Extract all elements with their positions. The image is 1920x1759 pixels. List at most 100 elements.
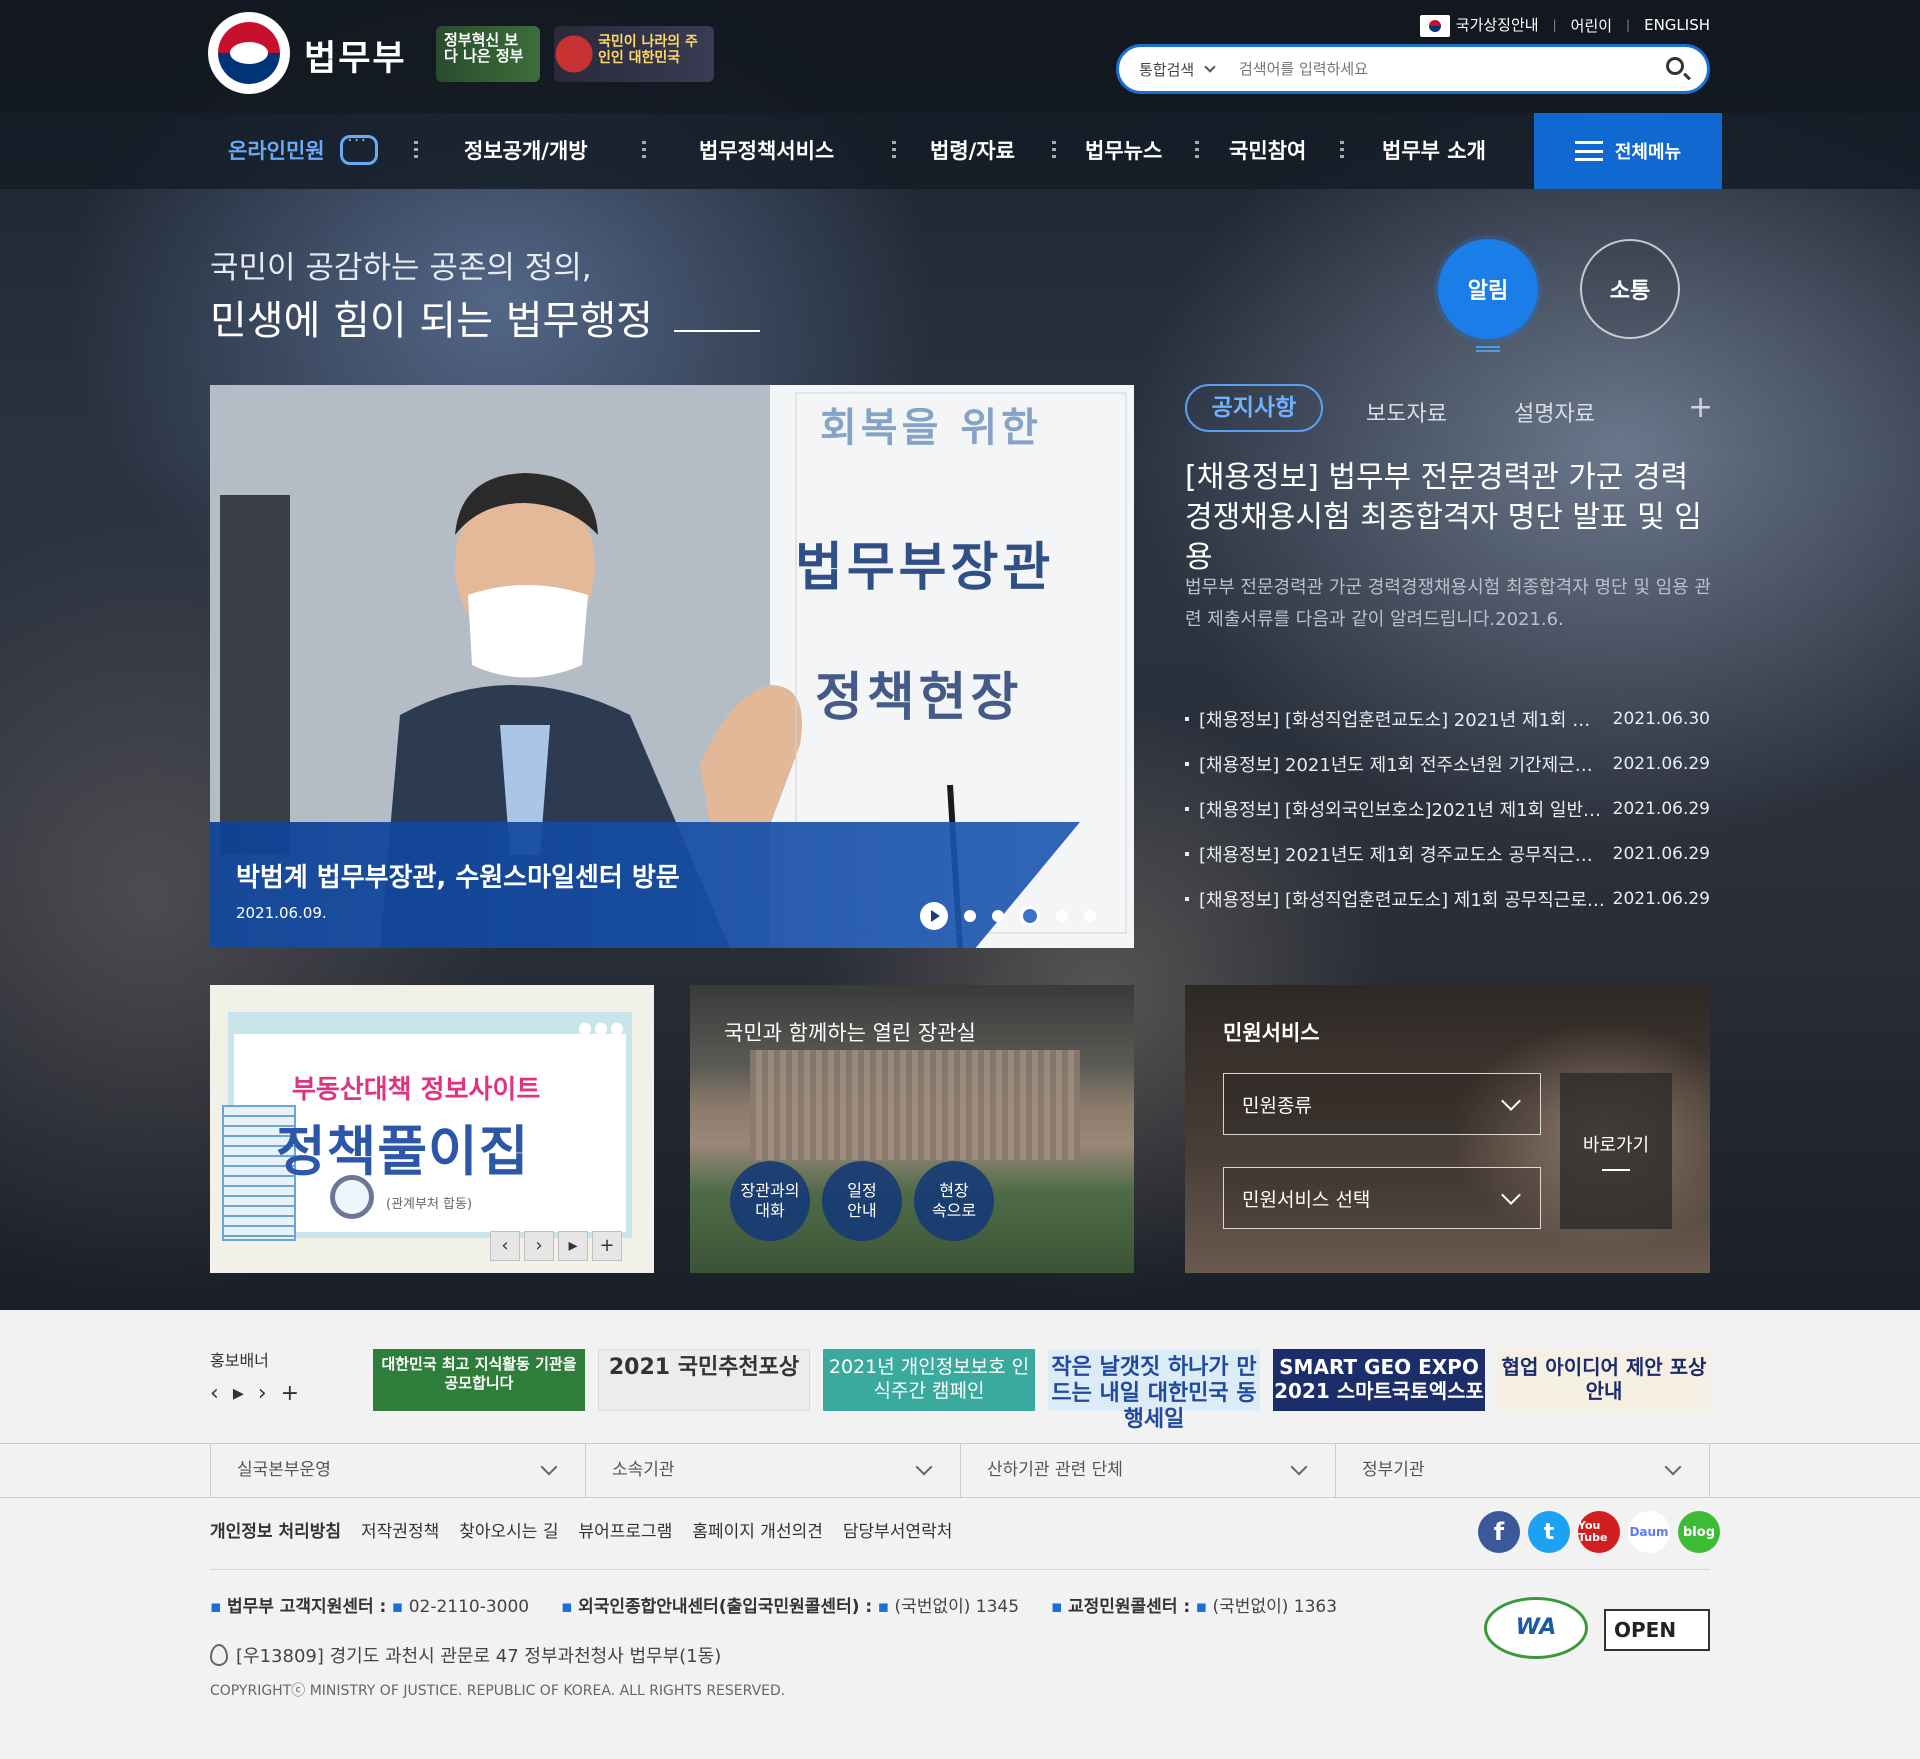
slider-dot[interactable] bbox=[992, 910, 1004, 922]
promo-banner-expo[interactable]: SMART GEO EXPO 2021 스마트국토엑스포 bbox=[1273, 1349, 1485, 1411]
promo-banner-knowledge[interactable]: 대한민국 최고 지식활동 기관을 공모합니다 bbox=[373, 1349, 585, 1411]
nav-news[interactable]: 법무뉴스 bbox=[1085, 113, 1162, 189]
viewer-link[interactable]: 뷰어프로그램 bbox=[579, 1517, 673, 1542]
kids-link[interactable]: 어린이 bbox=[1571, 15, 1612, 36]
ministry-logo[interactable] bbox=[208, 12, 290, 94]
contact-label: 법무부 고객지원센터 : bbox=[226, 1597, 387, 1617]
slogan-line2: 민생에 힘이 되는 법무행정 bbox=[210, 298, 653, 344]
list-item[interactable]: [채용정보] 2021년도 제1회 전주소년원 기간제근로자 채용 2021.06… bbox=[1185, 741, 1710, 786]
nav-laws-data[interactable]: 법령/자료 bbox=[930, 113, 1015, 189]
search-icon-handle bbox=[1683, 72, 1691, 81]
youtube-icon[interactable]: You Tube bbox=[1578, 1511, 1620, 1553]
tab-explanation[interactable]: 설명자료 bbox=[1514, 396, 1595, 428]
tab-notice[interactable]: 공지사항 bbox=[1185, 384, 1323, 432]
chat-bubble-icon bbox=[340, 130, 378, 165]
search-button[interactable] bbox=[1657, 49, 1697, 89]
nav-participation[interactable]: 국민참여 bbox=[1229, 113, 1306, 189]
location-pin-icon bbox=[210, 1644, 228, 1666]
promo-banner-sale[interactable]: 작은 날갯짓 하나가 만드는 내일 대한민국 동행세일 bbox=[1048, 1349, 1260, 1432]
national-symbol-link[interactable]: 국가상징안내 bbox=[1419, 14, 1539, 37]
communication-toggle-button[interactable]: 소통 bbox=[1580, 239, 1680, 339]
related-select-subsidiaries[interactable]: 산하기관 관련 단체 bbox=[960, 1443, 1335, 1498]
minister-dialogue-button[interactable]: 장관과의 대화 bbox=[730, 1161, 810, 1241]
related-select-hq[interactable]: 실국본부운영 bbox=[210, 1443, 585, 1498]
korea-flag-icon bbox=[1419, 14, 1450, 37]
petition-type-select[interactable]: 민원종류 bbox=[1223, 1073, 1541, 1135]
play-button[interactable]: ▸ bbox=[558, 1231, 588, 1261]
play-button[interactable] bbox=[920, 902, 948, 930]
twitter-icon[interactable]: t bbox=[1528, 1511, 1570, 1553]
alert-toggle-button[interactable]: 알림 bbox=[1438, 239, 1538, 339]
search-scope-label: 통합검색 bbox=[1139, 60, 1195, 79]
open-license-mark[interactable]: OPEN bbox=[1604, 1609, 1710, 1651]
more-news-plus-icon[interactable]: + bbox=[1688, 390, 1713, 425]
list-item[interactable]: [채용정보] [화성외국인보호소]2021년 제1회 일반임기제 2021.06.… bbox=[1185, 786, 1710, 831]
prev-button[interactable]: ‹ bbox=[490, 1231, 520, 1261]
list-item[interactable]: [채용정보] [화성직업훈련교도소] 2021년 제1회 전문경력관 2021.0… bbox=[1185, 696, 1710, 741]
list-item[interactable]: [채용정보] [화성직업훈련교도소] 제1회 공무직근로자 채용 2021.06.… bbox=[1185, 876, 1710, 921]
privacy-policy-link[interactable]: 개인정보 처리방침 bbox=[210, 1517, 341, 1542]
promo-play-button[interactable]: ▸ bbox=[233, 1381, 244, 1406]
search-scope-select[interactable]: 통합검색 bbox=[1119, 59, 1239, 80]
chevron-down-icon bbox=[1501, 1185, 1521, 1205]
contacts-link[interactable]: 담당부서연락처 bbox=[843, 1517, 952, 1542]
nav-about[interactable]: 법무부 소개 bbox=[1382, 113, 1486, 189]
daum-icon[interactable]: Daum bbox=[1628, 1511, 1670, 1553]
copyright-policy-link[interactable]: 저작권정책 bbox=[361, 1517, 439, 1542]
nav-divider bbox=[892, 141, 896, 161]
facebook-icon[interactable]: f bbox=[1478, 1511, 1520, 1553]
footer-address: [우13809] 경기도 과천시 관문로 47 정부과천청사 법무부(1동) bbox=[210, 1642, 721, 1668]
slider-dot[interactable] bbox=[964, 910, 976, 922]
slider-dot[interactable] bbox=[1020, 906, 1040, 926]
news-title[interactable]: [채용정보] [화성외국인보호소]2021년 제1회 일반임기제 bbox=[1185, 796, 1605, 822]
slider-dot[interactable] bbox=[1056, 910, 1068, 922]
news-title[interactable]: [채용정보] 2021년도 제1회 전주소년원 기간제근로자 채용 bbox=[1185, 751, 1605, 777]
slider-dot[interactable] bbox=[1084, 910, 1096, 922]
related-select-government[interactable]: 정부기관 bbox=[1335, 1443, 1710, 1498]
next-button[interactable]: › bbox=[524, 1231, 554, 1261]
slide-caption-title[interactable]: 박범계 법무부장관, 수원스마일센터 방문 bbox=[236, 857, 680, 894]
web-accessibility-mark[interactable]: WA bbox=[1484, 1597, 1588, 1659]
promo-banner-idea[interactable]: 협업 아이디어 제안 포상 안내 bbox=[1498, 1349, 1710, 1411]
nav-info-disclosure[interactable]: 정보공개/개방 bbox=[464, 113, 588, 189]
english-link[interactable]: ENGLISH bbox=[1644, 16, 1710, 34]
go-button[interactable]: 바로가기 bbox=[1560, 1073, 1672, 1229]
gov-innovation-badge[interactable]: 정부혁신 보다 나은 정부 bbox=[436, 26, 540, 82]
news-headline[interactable]: [채용정보] 법무부 전문경력관 가군 경력경쟁채용시험 최종합격자 명단 발표… bbox=[1185, 458, 1710, 578]
field-visit-button[interactable]: 현장 속으로 bbox=[914, 1161, 994, 1241]
feedback-link[interactable]: 홈페이지 개선의견 bbox=[692, 1517, 823, 1542]
schedule-button[interactable]: 일정 안내 bbox=[822, 1161, 902, 1241]
news-title[interactable]: [채용정보] [화성직업훈련교도소] 2021년 제1회 전문경력관 bbox=[1185, 706, 1605, 732]
utility-links: 국가상징안내 | 어린이 | ENGLISH bbox=[1419, 14, 1710, 37]
banner-word: 정책현장 bbox=[815, 668, 1023, 728]
policy-banner-card[interactable]: ●●● 부동산대책 정보사이트 정책풀이집 (관계부처 합동) ‹ › ▸ + bbox=[210, 985, 654, 1273]
news-title[interactable]: [채용정보] [화성직업훈련교도소] 제1회 공무직근로자 채용 bbox=[1185, 886, 1605, 912]
nation-slogan-badge[interactable]: 국민이 나라의 주인인 대한민국 bbox=[554, 26, 714, 82]
nav-policy-service[interactable]: 법무정책서비스 bbox=[699, 113, 834, 189]
related-select-affiliates[interactable]: 소속기관 bbox=[585, 1443, 960, 1498]
search-icon bbox=[1666, 57, 1684, 75]
more-button[interactable]: + bbox=[592, 1231, 622, 1261]
slide-caption-date: 2021.06.09. bbox=[236, 904, 327, 922]
petition-service-select[interactable]: 민원서비스 선택 bbox=[1223, 1167, 1541, 1229]
nav-online-petition[interactable]: 온라인민원 bbox=[228, 113, 325, 189]
promo-banner-privacy[interactable]: 2021년 개인정보보호 인식주간 캠페인 bbox=[823, 1349, 1035, 1411]
photo-mask bbox=[468, 585, 588, 678]
related-label: 정부기관 bbox=[1362, 1460, 1425, 1480]
news-title[interactable]: [채용정보] 2021년도 제1회 경주교도소 공무직근로자 채용 bbox=[1185, 841, 1605, 867]
national-symbol-label[interactable]: 국가상징안내 bbox=[1456, 16, 1539, 34]
search-input[interactable] bbox=[1239, 60, 1657, 78]
tab-press-release[interactable]: 보도자료 bbox=[1366, 396, 1447, 428]
promo-prev-button[interactable]: ‹ bbox=[210, 1381, 219, 1406]
all-menu-button[interactable]: 전체메뉴 bbox=[1534, 113, 1722, 189]
photo-slider[interactable]: 회복을 위한 법무부장관 정책현장 박범계 법무부장관, 수원스마일센터 방문 … bbox=[210, 385, 1134, 948]
list-item[interactable]: [채용정보] 2021년도 제1회 경주교도소 공무직근로자 채용 2021.06… bbox=[1185, 831, 1710, 876]
blog-icon[interactable]: blog bbox=[1678, 1511, 1720, 1553]
promo-next-button[interactable]: › bbox=[258, 1381, 267, 1406]
promo-banner-award[interactable]: 2021 국민추천포상 bbox=[598, 1349, 810, 1411]
promo-more-button[interactable]: + bbox=[281, 1381, 299, 1406]
magnifier-icon bbox=[330, 1175, 374, 1219]
nav-divider bbox=[1340, 141, 1344, 161]
logo-text[interactable]: 법무부 bbox=[304, 30, 407, 81]
directions-link[interactable]: 찾아오시는 길 bbox=[459, 1517, 558, 1542]
